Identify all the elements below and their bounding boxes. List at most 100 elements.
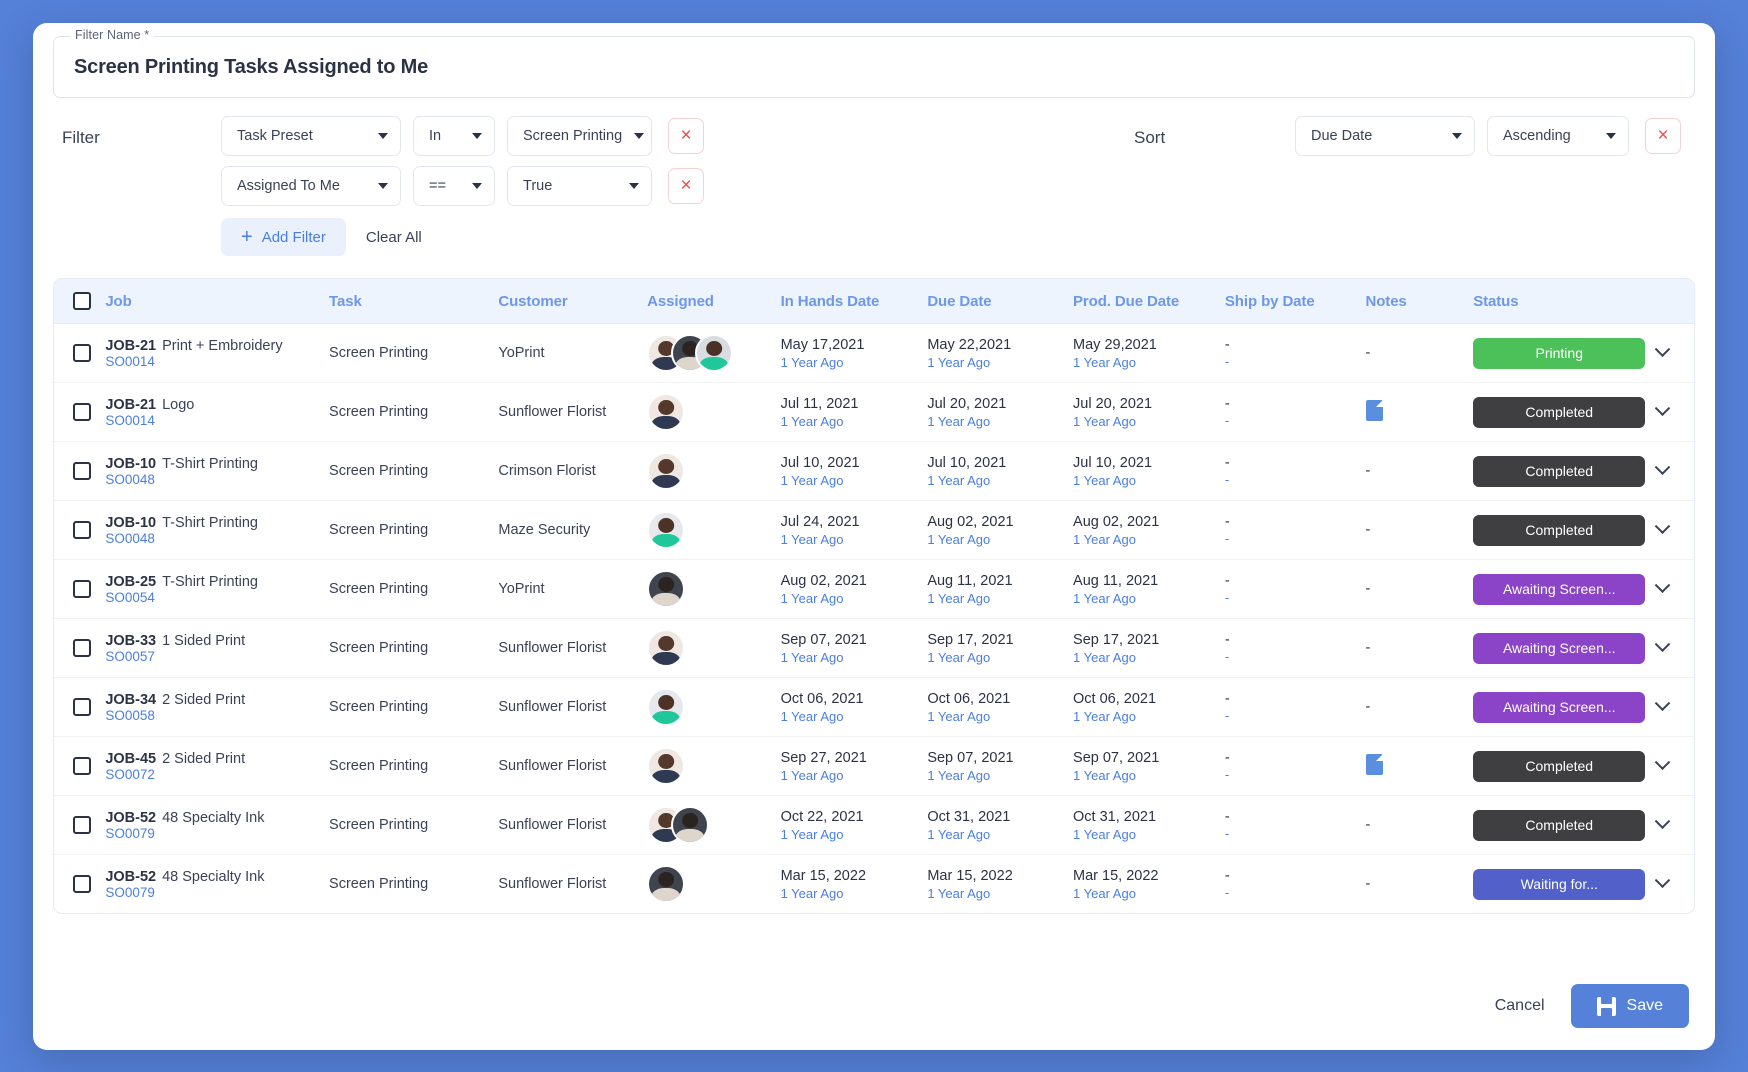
row-checkbox[interactable] bbox=[73, 462, 91, 480]
filter-field-select-0[interactable]: Task Preset bbox=[221, 116, 401, 156]
expand-row-chevron-icon[interactable] bbox=[1655, 754, 1671, 770]
sales-order-link[interactable]: SO0057 bbox=[105, 649, 329, 664]
row-checkbox[interactable] bbox=[73, 639, 91, 657]
table-row[interactable]: JOB-5248 Specialty Ink SO0079 Screen Pri… bbox=[54, 796, 1694, 855]
sales-order-link[interactable]: SO0048 bbox=[105, 531, 329, 546]
status-badge[interactable]: Waiting for... bbox=[1473, 869, 1645, 900]
select-all-header bbox=[54, 279, 105, 324]
filter-name-input[interactable]: Screen Printing Tasks Assigned to Me bbox=[74, 56, 428, 79]
avatar-group[interactable] bbox=[647, 688, 780, 726]
status-badge[interactable]: Completed bbox=[1473, 810, 1645, 841]
avatar-group[interactable] bbox=[647, 511, 780, 549]
add-filter-button[interactable]: + Add Filter bbox=[221, 218, 346, 256]
table-row[interactable]: JOB-5248 Specialty Ink SO0079 Screen Pri… bbox=[54, 855, 1694, 914]
row-checkbox[interactable] bbox=[73, 816, 91, 834]
expand-row-chevron-icon[interactable] bbox=[1655, 695, 1671, 711]
filter-value-select-0[interactable]: Screen Printing bbox=[507, 116, 652, 156]
status-badge[interactable]: Completed bbox=[1473, 397, 1645, 428]
prod-due-date-relative: 1 Year Ago bbox=[1073, 473, 1225, 488]
avatar-group[interactable] bbox=[647, 629, 780, 667]
column-header-ship-by-date[interactable]: Ship by Date bbox=[1225, 279, 1366, 324]
row-checkbox[interactable] bbox=[73, 757, 91, 775]
table-row[interactable]: JOB-10T-Shirt Printing SO0048 Screen Pri… bbox=[54, 501, 1694, 560]
avatar-group[interactable] bbox=[647, 865, 780, 903]
status-badge[interactable]: Printing bbox=[1473, 338, 1645, 369]
expand-row-chevron-icon[interactable] bbox=[1655, 872, 1671, 888]
save-button[interactable]: Save bbox=[1571, 984, 1689, 1028]
remove-sort-button[interactable]: × bbox=[1645, 118, 1681, 154]
status-badge[interactable]: Completed bbox=[1473, 751, 1645, 782]
table-row[interactable]: JOB-342 Sided Print SO0058 Screen Printi… bbox=[54, 678, 1694, 737]
table-row[interactable]: JOB-10T-Shirt Printing SO0048 Screen Pri… bbox=[54, 442, 1694, 501]
column-header-customer[interactable]: Customer bbox=[498, 279, 647, 324]
column-header-job[interactable]: Job bbox=[105, 279, 329, 324]
close-icon: × bbox=[680, 125, 691, 147]
sales-order-link[interactable]: SO0072 bbox=[105, 767, 329, 782]
select-all-checkbox[interactable] bbox=[73, 292, 91, 310]
status-badge[interactable]: Awaiting Screen... bbox=[1473, 574, 1645, 605]
expand-row-chevron-icon[interactable] bbox=[1655, 518, 1671, 534]
column-header-task[interactable]: Task bbox=[329, 279, 498, 324]
row-checkbox[interactable] bbox=[73, 698, 91, 716]
sort-direction-select[interactable]: Ascending bbox=[1487, 116, 1629, 156]
filter-value-0: Screen Printing bbox=[523, 128, 622, 144]
table-row[interactable]: JOB-331 Sided Print SO0057 Screen Printi… bbox=[54, 619, 1694, 678]
note-document-icon[interactable] bbox=[1366, 400, 1383, 421]
row-checkbox[interactable] bbox=[73, 344, 91, 362]
status-badge[interactable]: Completed bbox=[1473, 456, 1645, 487]
filter-operator-select-0[interactable]: In bbox=[413, 116, 495, 156]
filter-value-select-1[interactable]: True bbox=[507, 166, 652, 206]
expand-row-chevron-icon[interactable] bbox=[1655, 341, 1671, 357]
column-header-status[interactable]: Status bbox=[1473, 279, 1694, 324]
expand-row-chevron-icon[interactable] bbox=[1655, 813, 1671, 829]
expand-row-chevron-icon[interactable] bbox=[1655, 577, 1671, 593]
filter-name-field[interactable]: Filter Name * Screen Printing Tasks Assi… bbox=[53, 36, 1695, 98]
ship-by-date-cell: - - bbox=[1225, 324, 1366, 383]
column-header-assigned[interactable]: Assigned bbox=[647, 279, 780, 324]
row-checkbox[interactable] bbox=[73, 875, 91, 893]
sales-order-link[interactable]: SO0014 bbox=[105, 413, 329, 428]
remove-filter-button-0[interactable]: × bbox=[668, 118, 704, 154]
table-row[interactable]: JOB-21Logo SO0014 Screen Printing Sunflo… bbox=[54, 383, 1694, 442]
chevron-down-icon bbox=[629, 183, 639, 189]
avatar-group[interactable] bbox=[647, 747, 780, 785]
status-badge[interactable]: Awaiting Screen... bbox=[1473, 692, 1645, 723]
expand-row-chevron-icon[interactable] bbox=[1655, 459, 1671, 475]
avatar-group[interactable] bbox=[647, 806, 780, 844]
cancel-button[interactable]: Cancel bbox=[1495, 997, 1545, 1015]
notes-empty: - bbox=[1366, 699, 1371, 715]
sort-field-select[interactable]: Due Date bbox=[1295, 116, 1475, 156]
notes-empty: - bbox=[1366, 581, 1371, 597]
sales-order-link[interactable]: SO0079 bbox=[105, 826, 329, 841]
table-row[interactable]: JOB-21Print + Embroidery SO0014 Screen P… bbox=[54, 324, 1694, 383]
table-row[interactable]: JOB-25T-Shirt Printing SO0054 Screen Pri… bbox=[54, 560, 1694, 619]
expand-row-chevron-icon[interactable] bbox=[1655, 636, 1671, 652]
column-header-due-date[interactable]: Due Date bbox=[927, 279, 1073, 324]
sales-order-link[interactable]: SO0079 bbox=[105, 885, 329, 900]
column-header-in-hands-date[interactable]: In Hands Date bbox=[781, 279, 928, 324]
avatar-group[interactable] bbox=[647, 334, 780, 372]
avatar-group[interactable] bbox=[647, 452, 780, 490]
sales-order-link[interactable]: SO0054 bbox=[105, 590, 329, 605]
expand-row-chevron-icon[interactable] bbox=[1655, 400, 1671, 416]
sales-order-link[interactable]: SO0014 bbox=[105, 354, 329, 369]
row-checkbox[interactable] bbox=[73, 403, 91, 421]
row-checkbox[interactable] bbox=[73, 521, 91, 539]
table-row[interactable]: JOB-452 Sided Print SO0072 Screen Printi… bbox=[54, 737, 1694, 796]
column-header-prod-due-date[interactable]: Prod. Due Date bbox=[1073, 279, 1225, 324]
filter-builder: Filter Task Preset In Screen Printin bbox=[53, 116, 704, 256]
prod-due-date-relative: 1 Year Ago bbox=[1073, 355, 1225, 370]
filter-operator-select-1[interactable]: == bbox=[413, 166, 495, 206]
status-badge[interactable]: Awaiting Screen... bbox=[1473, 633, 1645, 664]
sales-order-link[interactable]: SO0058 bbox=[105, 708, 329, 723]
filter-field-select-1[interactable]: Assigned To Me bbox=[221, 166, 401, 206]
column-header-notes[interactable]: Notes bbox=[1366, 279, 1474, 324]
sales-order-link[interactable]: SO0048 bbox=[105, 472, 329, 487]
status-badge[interactable]: Completed bbox=[1473, 515, 1645, 546]
note-document-icon[interactable] bbox=[1366, 754, 1383, 775]
avatar-group[interactable] bbox=[647, 393, 780, 431]
avatar-group[interactable] bbox=[647, 570, 780, 608]
remove-filter-button-1[interactable]: × bbox=[668, 168, 704, 204]
clear-all-button[interactable]: Clear All bbox=[356, 229, 432, 246]
row-checkbox[interactable] bbox=[73, 580, 91, 598]
